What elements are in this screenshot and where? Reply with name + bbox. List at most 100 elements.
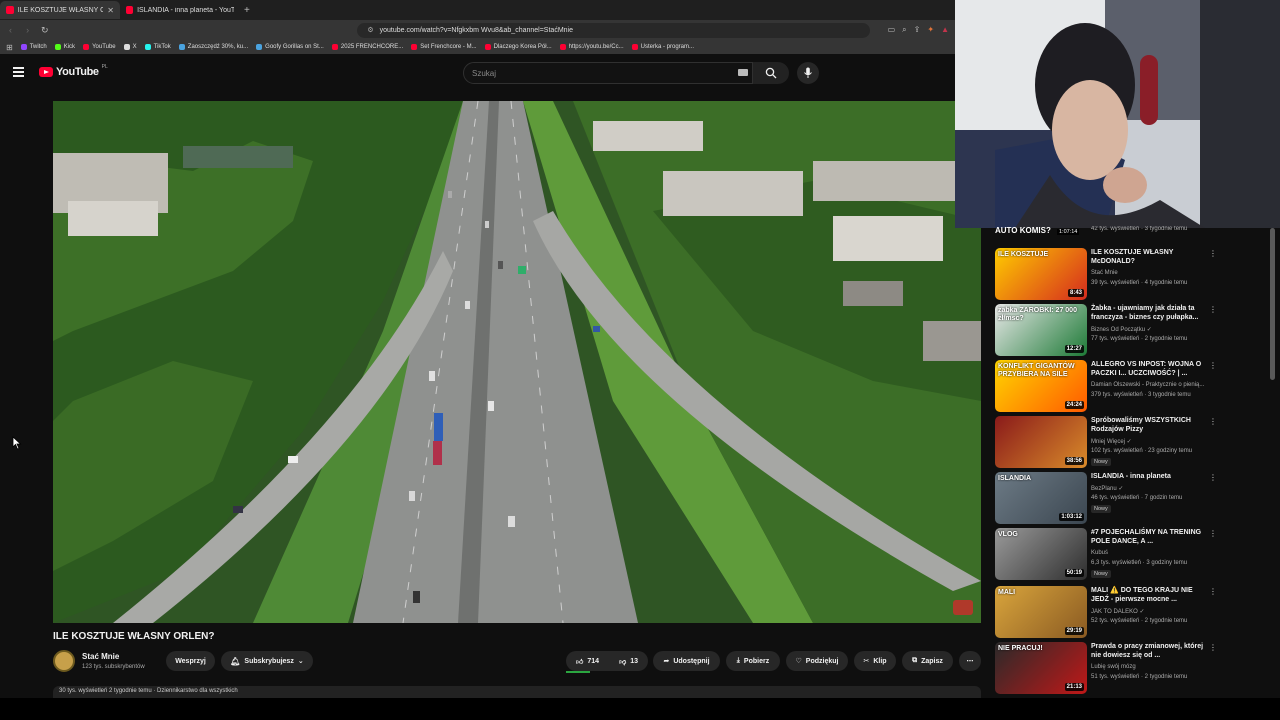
tab-close-icon[interactable]: ✕	[107, 6, 114, 15]
bookmark-item[interactable]: 2025 FRENCHCORE...	[331, 44, 403, 50]
back-arrow-icon[interactable]: ‹	[6, 25, 15, 35]
url-field[interactable]: ⚙ youtube.com/watch?v=Nfgkxbm Wvu8&ab_ch…	[357, 22, 870, 38]
browser-tab-active[interactable]: ILE KOSZTUJE WŁASNY ORLEN ✕	[0, 1, 120, 19]
recommendation-channel[interactable]: JAK TO DALEKO ✓	[1091, 608, 1145, 615]
video-player[interactable]	[53, 101, 981, 623]
forward-arrow-icon[interactable]: ›	[23, 25, 32, 35]
bookmark-item[interactable]: YouTube	[83, 44, 116, 50]
new-tab-button[interactable]: +	[244, 5, 250, 16]
recommendation-channel[interactable]: Damian Olszewski - Praktycznie o pienią.…	[1091, 382, 1204, 388]
bookmark-item[interactable]: Kick	[54, 44, 75, 50]
recommendation-thumbnail[interactable]: MALI 29:19	[995, 586, 1087, 638]
reload-icon[interactable]: ↻	[40, 25, 49, 36]
more-vertical-icon[interactable]: ⋮	[1209, 588, 1217, 596]
thanks-button[interactable]: ♡ Podziękuj	[786, 651, 848, 671]
more-vertical-icon[interactable]: ⋮	[1209, 362, 1217, 370]
more-actions-button[interactable]: ⋯	[959, 651, 981, 671]
channel-avatar[interactable]	[53, 650, 75, 672]
download-button[interactable]: ⤓ Pobierz	[726, 651, 780, 671]
region-code: PL	[101, 64, 108, 70]
share-button[interactable]: ➦ Udostępnij	[653, 651, 720, 671]
video-duration: 12:27	[1064, 345, 1084, 353]
clip-button[interactable]: ✂ Klip	[854, 651, 896, 671]
recommendation-thumbnail[interactable]: VLOG 50:19	[995, 528, 1087, 580]
subscribe-watermark-icon[interactable]	[953, 600, 973, 615]
recommendation-item[interactable]: NIE PRACUJ! 21:13 Prawda o pracy zmianowej…	[995, 642, 1265, 696]
thumbnail-text: VLOG	[998, 531, 1018, 538]
more-vertical-icon[interactable]: ⋮	[1209, 250, 1217, 258]
bookmark-item[interactable]: Dlaczego Korea Pół...	[484, 44, 552, 50]
bookmark-item[interactable]: Twitch	[20, 44, 47, 50]
recommendation-title[interactable]: Żabka - ujawniamy jak działa ta franczyz…	[1091, 304, 1209, 322]
site-info-icon[interactable]: ⚙	[367, 26, 373, 34]
recommendation-title[interactable]: ISLANDIA - inna planeta	[1091, 472, 1209, 481]
more-vertical-icon[interactable]: ⋮	[1209, 474, 1217, 482]
more-vertical-icon[interactable]: ⋮	[1209, 306, 1217, 314]
subscribed-button[interactable]: 🔔︎ Subskrybujesz ⌄	[221, 651, 313, 671]
like-button[interactable]: 👍︎ 714	[576, 657, 599, 666]
recommendation-channel[interactable]: Biznes Od Początku ✓	[1091, 326, 1152, 333]
recommendation-thumbnail[interactable]: ISLANDIA 1:03:12	[995, 472, 1087, 524]
browser-tab[interactable]: ISLANDIA - inna planeta - YouTube	[120, 1, 240, 19]
recommendation-thumbnail[interactable]: żabka ZAROBKI: 27 000 zł/msc? 12:27	[995, 304, 1087, 356]
more-vertical-icon[interactable]: ⋮	[1209, 530, 1217, 538]
voice-search-button[interactable]	[797, 62, 819, 84]
zoom-icon[interactable]: ⌕	[902, 25, 906, 35]
extension-icon[interactable]: ▲	[941, 25, 949, 35]
share-icon[interactable]: ⇪	[914, 25, 921, 35]
recommendation-item[interactable]: żabka ZAROBKI: 27 000 zł/msc? 12:27 Żabka …	[995, 304, 1265, 358]
bookmark-item[interactable]: X	[123, 44, 137, 50]
recommendation-thumbnail[interactable]: NIE PRACUJ! 21:13	[995, 642, 1087, 694]
recommendation-channel[interactable]: Lubię swój mózg	[1091, 664, 1136, 670]
recommendation-channel[interactable]: Mniej Więcej ✓	[1091, 438, 1132, 445]
bookmark-item[interactable]: TikTok	[144, 44, 171, 50]
recommendation-thumbnail[interactable]: KONFLIKT GIGANTÓW PRZYBIERA NA SILE 24:24	[995, 360, 1087, 412]
webcam-overlay	[955, 0, 1280, 228]
support-button[interactable]: Wesprzyj	[166, 651, 215, 671]
keyboard-icon[interactable]	[738, 69, 748, 76]
recommendation-channel[interactable]: BezPlanu ✓	[1091, 485, 1123, 492]
recommendation-thumbnail[interactable]: 38:56	[995, 416, 1087, 468]
more-vertical-icon[interactable]: ⋮	[1209, 644, 1217, 652]
recommendations-sidebar: ILE KOSZTUJE 8:43 ILE KOSZTUJE WŁASNY McDO…	[990, 226, 1270, 696]
youtube-logo[interactable]: YouTube PL	[39, 64, 108, 78]
menu-icon[interactable]	[13, 67, 24, 77]
more-vertical-icon[interactable]: ⋮	[1209, 418, 1217, 426]
recommendation-item[interactable]: ISLANDIA 1:03:12 ISLANDIA - inna planeta Be…	[995, 472, 1265, 526]
channel-name[interactable]: Stać Mnie	[82, 652, 119, 661]
recommendation-title[interactable]: ILE KOSZTUJE WŁASNY McDONALD?	[1091, 248, 1209, 266]
bookmark-item[interactable]: https://youtu.be/Cc...	[559, 44, 624, 50]
recommendation-item[interactable]: 38:56 Spróbowaliśmy WSZYSTKICH Rodzajów P…	[995, 416, 1265, 470]
recommendation-title[interactable]: Prawda o pracy zmianowej, której nie dow…	[1091, 642, 1209, 660]
thumbnail-text: żabka ZAROBKI: 27 000 zł/msc?	[998, 307, 1077, 322]
recommendation-channel[interactable]: Kubuś	[1091, 550, 1108, 556]
recommendation-item[interactable]: MALI 29:19 MALI ⚠️ DO TEGO KRAJU NIE JEDŹ …	[995, 586, 1265, 640]
bookmark-icon	[256, 44, 263, 50]
cast-icon[interactable]: ▭	[888, 25, 896, 35]
save-button[interactable]: ⧉ Zapisz	[902, 651, 953, 671]
recommendation-title[interactable]: #7 POJECHALIŚMY NA TRENING POLE DANCE, A…	[1091, 528, 1209, 546]
recommendation-item[interactable]: ILE KOSZTUJE 8:43 ILE KOSZTUJE WŁASNY McDO…	[995, 248, 1265, 302]
search-button[interactable]	[753, 62, 789, 84]
sidebar-scrollbar[interactable]	[1270, 228, 1275, 380]
recommendation-item[interactable]: VLOG 50:19 #7 POJECHALIŚMY NA TRENING POLE…	[995, 528, 1265, 582]
apps-grid-icon[interactable]: ⊞	[6, 43, 13, 52]
bookmark-item[interactable]: Zaoszczędź 30%, ku...	[178, 44, 248, 50]
recommendation-channel[interactable]: Stać Mnie	[1091, 270, 1118, 276]
youtube-favicon-icon	[126, 6, 134, 14]
dislike-button[interactable]: 👎︎ 13	[619, 657, 638, 666]
extension-icon[interactable]: ✦	[927, 25, 934, 35]
search-input[interactable]: Szukaj	[463, 62, 753, 84]
recommendation-meta: 52 tys. wyświetleń · 2 tygodnie temu	[1091, 618, 1188, 624]
bookmark-icon	[631, 44, 638, 50]
bookmark-item[interactable]: Set Frenchcore - M...	[411, 44, 477, 50]
recommendation-thumbnail[interactable]: ILE KOSZTUJE 8:43	[995, 248, 1087, 300]
recommendation-title[interactable]: MALI ⚠️ DO TEGO KRAJU NIE JEDŹ - pierwsz…	[1091, 586, 1209, 604]
bookmark-item[interactable]: Usterka - program...	[631, 44, 694, 50]
recommendation-title[interactable]: ALLEGRO VS INPOST: WOJNA O PACZKI I... U…	[1091, 360, 1209, 378]
recommendation-title[interactable]: Spróbowaliśmy WSZYSTKICH Rodzajów Pizzy	[1091, 416, 1209, 434]
recommendation-item[interactable]: KONFLIKT GIGANTÓW PRZYBIERA NA SILE 24:24…	[995, 360, 1265, 414]
chevron-down-icon: ⌄	[297, 658, 304, 665]
bookmark-icon	[331, 44, 338, 50]
bookmark-item[interactable]: Goofy Gorillas on St...	[256, 44, 324, 50]
